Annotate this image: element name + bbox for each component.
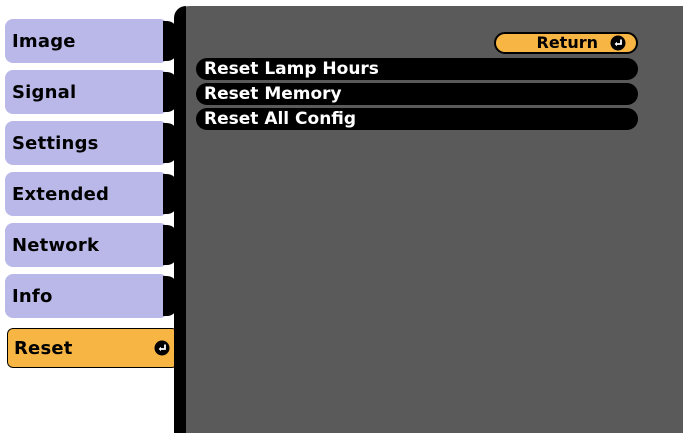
sidebar-item-label: Extended (12, 183, 110, 205)
sidebar-item-label: Signal (12, 81, 77, 103)
return-button[interactable]: Return (494, 32, 638, 54)
sidebar-item-settings[interactable]: Settings (5, 121, 177, 165)
sidebar-item-network[interactable]: Network (5, 223, 177, 267)
enter-icon (610, 35, 626, 51)
sidebar-item-info[interactable]: Info (5, 274, 177, 318)
sidebar-item-label: Settings (12, 132, 99, 154)
menu-item-reset-all-config[interactable]: Reset All Config (196, 108, 638, 130)
return-label: Return (536, 33, 599, 52)
menu-item-reset-memory[interactable]: Reset Memory (196, 83, 638, 105)
menu-item-reset-lamp-hours[interactable]: Reset Lamp Hours (196, 58, 638, 80)
sidebar-item-extended[interactable]: Extended (5, 172, 177, 216)
sidebar-item-label: Image (12, 30, 76, 52)
sidebar-item-label: Info (12, 285, 53, 307)
sidebar-item-label: Reset (14, 337, 73, 359)
menu-item-label: Reset Memory (204, 83, 342, 104)
menu-item-label: Reset Lamp Hours (204, 58, 379, 79)
sidebar-item-reset[interactable]: Reset (5, 326, 180, 370)
panel-rail (174, 6, 186, 433)
sidebar-item-label: Network (12, 234, 100, 256)
enter-icon (154, 340, 170, 356)
menu-item-label: Reset All Config (204, 108, 357, 129)
sidebar-item-signal[interactable]: Signal (5, 70, 177, 114)
sidebar-item-image[interactable]: Image (5, 19, 177, 63)
